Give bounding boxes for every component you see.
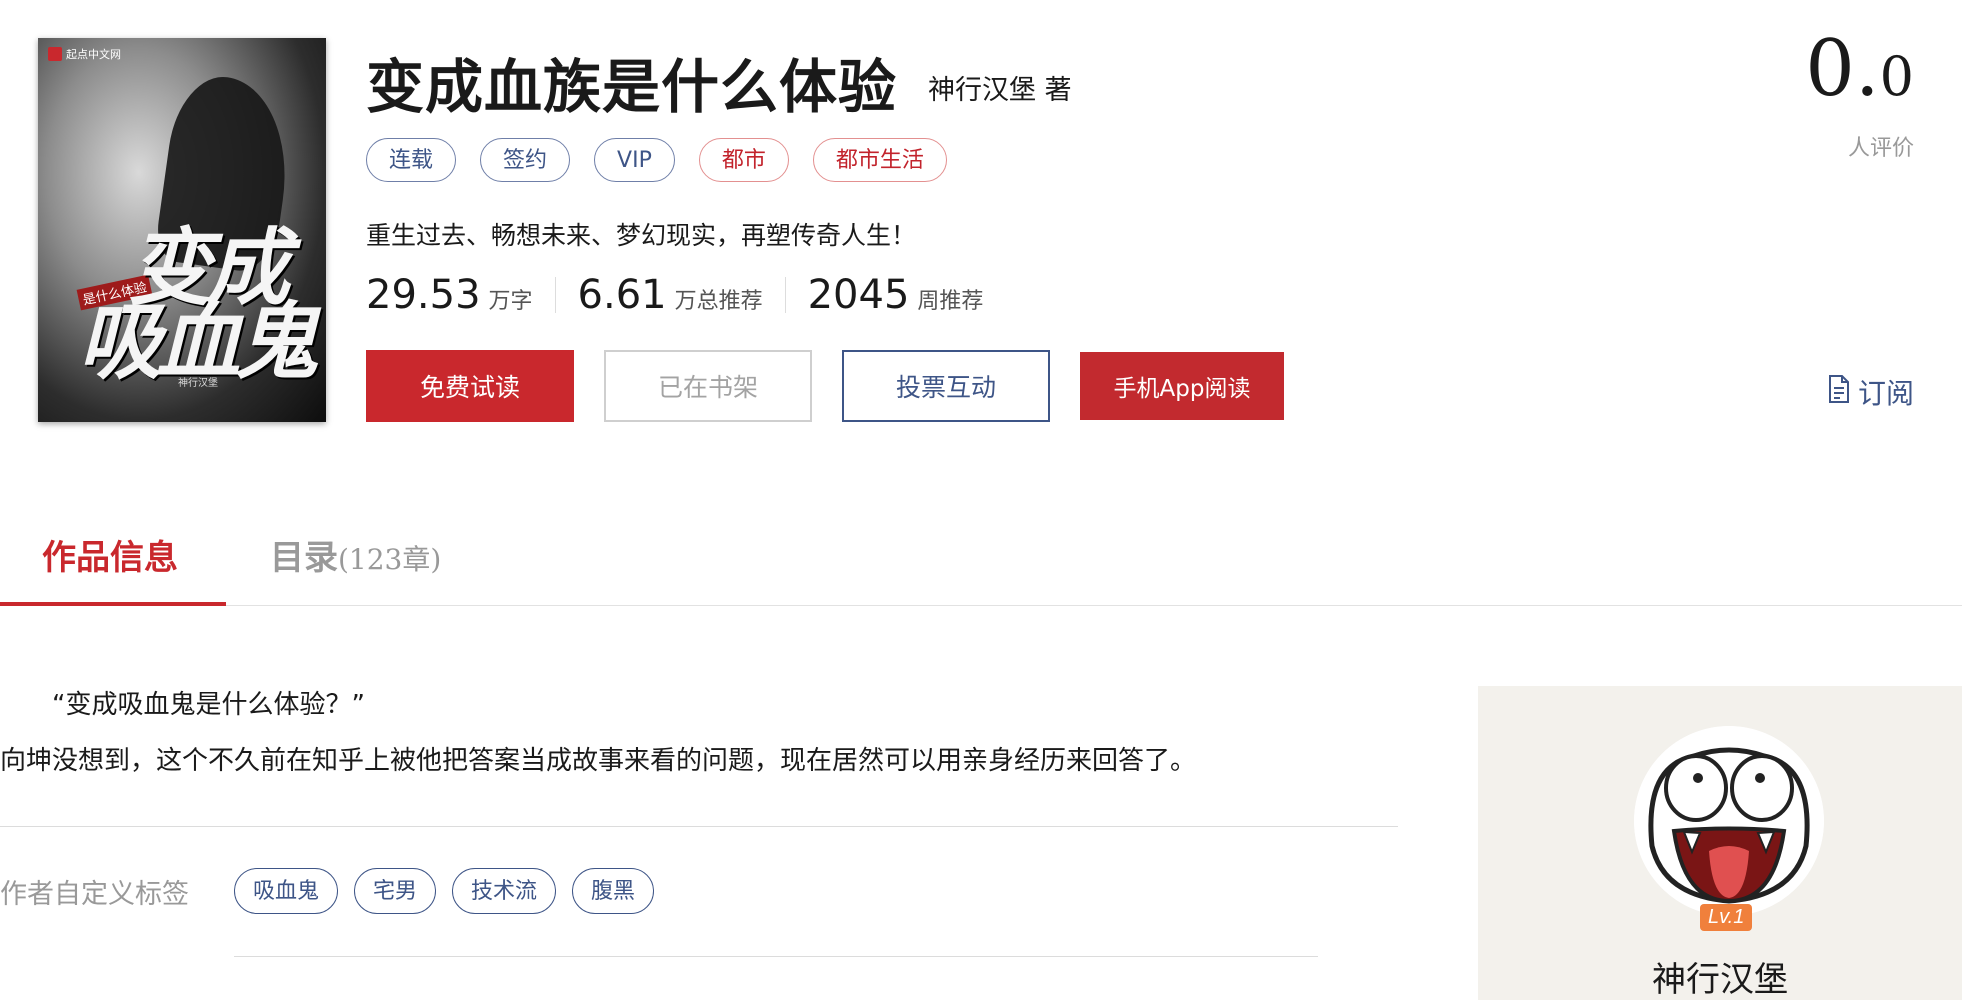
stat-total-recommend: 6.61 万总推荐 [578,272,763,318]
author-level-badge: Lv.1 [1700,904,1753,931]
custom-tag[interactable]: 腹黑 [572,868,655,914]
tag-subcategory[interactable]: 都市生活 [812,138,947,182]
custom-tag[interactable]: 技术流 [452,868,557,914]
cover-author: 神行汉堡 [178,378,218,389]
document-icon [1828,374,1850,410]
stat-weekly-recommend-unit: 周推荐 [917,289,984,314]
stat-weekly-recommend: 2045 周推荐 [808,272,984,318]
tag-status[interactable]: 连载 [366,138,457,182]
custom-tag[interactable]: 吸血鬼 [234,868,339,914]
book-author[interactable]: 神行汉堡 著 [928,68,1072,107]
stat-word-count-value: 29.53 [366,272,481,318]
description-body: 向坤没想到，这个不久前在知乎上被他把答案当成故事来看的问题，现在居然可以用亲身经… [0,746,1197,776]
subscribe-label: 订阅 [1857,377,1914,410]
tab-catalog-count: (123章) [338,543,442,576]
book-stats: 29.53 万字 6.61 万总推荐 2045 周推荐 [366,272,983,318]
book-title: 变成血族是什么体验 [366,53,898,121]
custom-tags: 吸血鬼 宅男 技术流 腹黑 [234,868,655,914]
qidian-logo: 起点中文网 [48,46,121,62]
rating-label: 人评价 [1847,136,1914,161]
app-read-button[interactable]: 手机App阅读 [1080,352,1284,420]
free-read-button[interactable]: 免费试读 [366,350,574,422]
author-panel: Lv.1 神行汉堡 [1478,686,1962,1000]
description-quote: “变成吸血鬼是什么体验？” [52,690,365,720]
book-cover[interactable]: 起点中文网 是什么体验 变成 吸血鬼 神行汉堡 [38,38,326,422]
custom-tags-label: 作者自定义标签 [0,879,189,910]
stat-total-recommend-unit: 万总推荐 [674,289,763,314]
tab-book-info[interactable]: 作品信息 [0,530,226,606]
author-avatar[interactable] [1634,726,1824,916]
stat-total-recommend-value: 6.61 [577,272,667,318]
vote-button[interactable]: 投票互动 [842,350,1050,422]
divider [0,826,1398,827]
divider [234,956,1318,957]
rating-box: 0.0 人评价 [1805,30,1914,162]
tag-category[interactable]: 都市 [698,138,789,182]
stat-word-count-unit: 万字 [488,289,533,314]
tab-catalog-label: 目录 [270,538,338,578]
book-tags: 连载 签约 VIP 都市 都市生活 [366,138,947,182]
tab-catalog[interactable]: 目录(123章) [270,530,441,579]
stat-weekly-recommend-value: 2045 [807,272,910,318]
rating-score: 0.0 [1805,24,1914,114]
stat-word-count: 29.53 万字 [366,272,533,318]
stat-divider [554,277,556,313]
stat-divider [784,277,786,313]
author-name[interactable]: 神行汉堡 [1478,952,1962,1001]
cover-title-line2: 吸血鬼 [78,292,318,391]
custom-tag[interactable]: 宅男 [354,868,437,914]
tag-vip[interactable]: VIP [594,138,675,182]
book-intro: 重生过去、畅想未来、梦幻现实，再塑传奇人生！ [366,221,917,250]
subscribe-link[interactable]: 订阅 [1828,372,1914,412]
on-shelf-button[interactable]: 已在书架 [604,350,812,422]
tag-signed[interactable]: 签约 [480,138,571,182]
content-tabs: 作品信息 目录(123章) [0,530,1962,606]
